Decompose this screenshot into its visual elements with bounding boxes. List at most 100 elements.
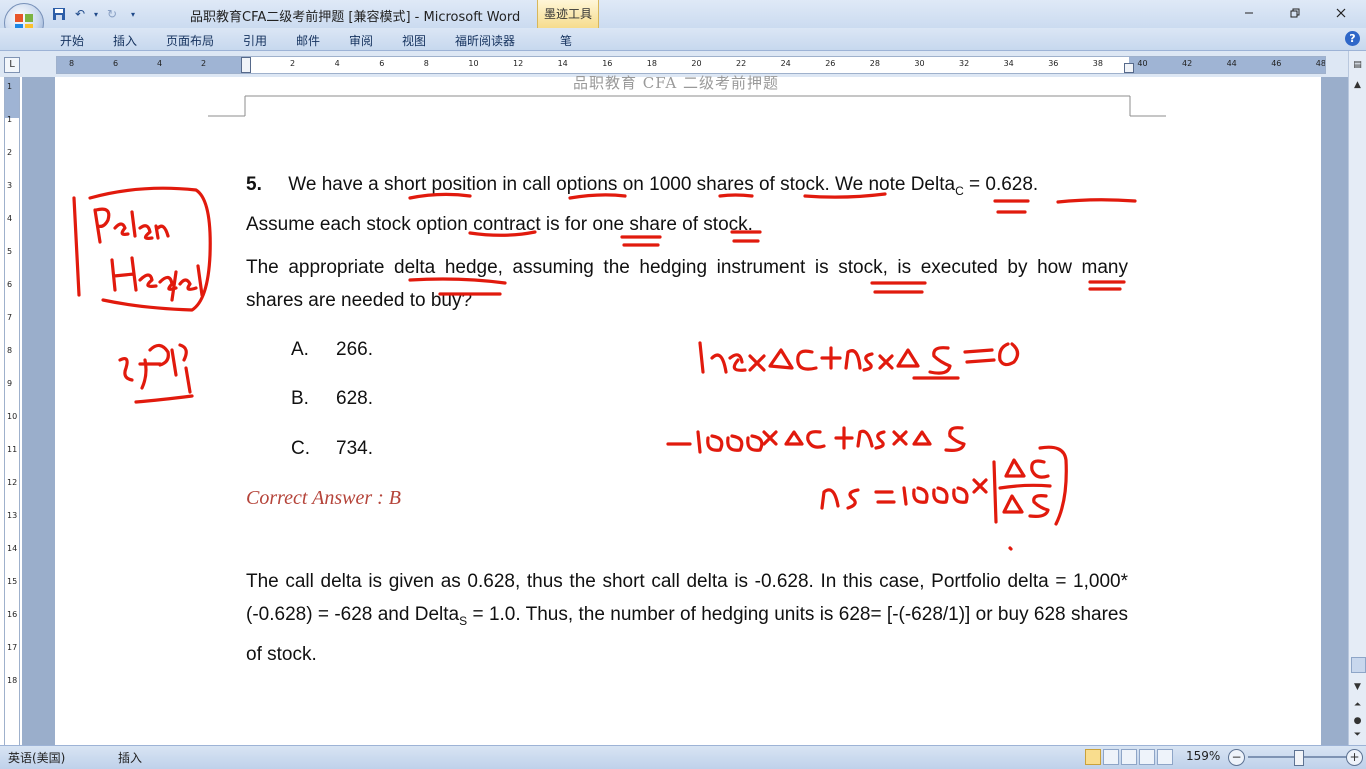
page-header-text: 品职教育 CFA 二级考前押题 <box>573 74 779 92</box>
right-indent-marker[interactable] <box>1124 63 1134 73</box>
title-bar: ↶ ▾ ↻ ▾ 品职教育CFA二级考前押题 [兼容模式] - Microsoft… <box>0 0 1366 43</box>
ruler-toggle-icon[interactable]: ▤ <box>1351 59 1364 72</box>
web-layout-icon[interactable] <box>1121 749 1137 765</box>
vertical-ruler-number: 8 <box>7 346 13 355</box>
next-page-icon[interactable]: ⏷ <box>1351 729 1364 742</box>
zoom-slider-handle[interactable] <box>1294 750 1304 766</box>
zoom-out-icon[interactable]: − <box>1228 749 1245 766</box>
correct-answer: Correct Answer : B <box>246 487 401 509</box>
tab-home[interactable]: 开始 <box>60 32 84 49</box>
vertical-ruler-number: 7 <box>7 313 13 322</box>
ruler-number: 34 <box>1003 59 1014 68</box>
undo-dropdown-icon[interactable]: ▾ <box>92 5 100 23</box>
ruler-number: 40 <box>1137 59 1148 68</box>
ruler-number: 10 <box>468 59 479 68</box>
insert-mode-status[interactable]: 插入 <box>118 749 142 766</box>
tab-mailings[interactable]: 邮件 <box>296 32 320 49</box>
vertical-ruler-number: 5 <box>7 247 13 256</box>
ruler-number: 6 <box>113 59 119 68</box>
option-b[interactable]: B. 628. <box>291 388 373 410</box>
ruler-number: 32 <box>959 59 970 68</box>
ruler-number: 24 <box>780 59 791 68</box>
quick-access-toolbar: ↶ ▾ ↻ ▾ <box>50 5 142 23</box>
ruler-number: 6 <box>379 59 385 68</box>
option-c[interactable]: C. 734. <box>291 438 373 460</box>
vertical-ruler-number: 16 <box>7 610 18 619</box>
vertical-ruler-number: 15 <box>7 577 18 586</box>
ruler-number: 30 <box>914 59 925 68</box>
vertical-ruler-number: 18 <box>7 676 18 685</box>
ruler-number: 46 <box>1271 59 1282 68</box>
vertical-ruler-number: 11 <box>7 445 18 454</box>
help-icon[interactable]: ? <box>1345 31 1360 46</box>
question-line-1: We have a short position in call options… <box>288 174 956 195</box>
explanation-paragraph: The call delta is given as 0.628, thus t… <box>246 565 1128 671</box>
ribbon-tabs: 开始 插入 页面布局 引用 邮件 审阅 视图 福昕阅读器 笔 ? <box>0 28 1366 51</box>
language-status[interactable]: 英语(美国) <box>8 749 65 766</box>
scroll-down-icon[interactable]: ▼ <box>1351 681 1364 694</box>
view-buttons <box>1085 749 1173 765</box>
zoom-level[interactable]: 159% <box>1186 749 1220 763</box>
option-a[interactable]: A. 266. <box>291 339 373 361</box>
ruler-number: 16 <box>602 59 613 68</box>
ink-tools-context: 墨迹工具 <box>537 0 599 28</box>
tab-review[interactable]: 审阅 <box>349 32 373 49</box>
ruler-number: 26 <box>825 59 836 68</box>
tab-page-layout[interactable]: 页面布局 <box>166 32 214 49</box>
customize-qat-icon[interactable]: ▾ <box>124 5 142 23</box>
previous-page-icon[interactable]: ⏶ <box>1351 699 1364 712</box>
tab-selector-icon[interactable]: L <box>4 57 20 73</box>
tab-pen[interactable]: 笔 <box>560 32 572 49</box>
question-number: 5. <box>246 174 262 195</box>
ink-tools-label: 墨迹工具 <box>544 7 593 21</box>
zoom-in-icon[interactable]: + <box>1346 749 1363 766</box>
ruler-number: 44 <box>1226 59 1237 68</box>
question-paragraph-2: The appropriate delta hedge, assuming th… <box>246 257 1128 311</box>
full-screen-reading-icon[interactable] <box>1103 749 1119 765</box>
vertical-ruler-number: 13 <box>7 511 18 520</box>
draft-view-icon[interactable] <box>1157 749 1173 765</box>
vertical-ruler-number: 4 <box>7 214 13 223</box>
ruler-number: 2 <box>290 59 296 68</box>
minimize-button[interactable] <box>1234 3 1264 23</box>
ruler-number: 48 <box>1315 59 1326 68</box>
tab-view[interactable]: 视图 <box>402 32 426 49</box>
ruler-number: 36 <box>1048 59 1059 68</box>
save-icon[interactable] <box>50 5 68 23</box>
close-button[interactable] <box>1326 3 1356 23</box>
ruler-number: 28 <box>869 59 880 68</box>
vertical-ruler-number: 12 <box>7 478 18 487</box>
scroll-up-icon[interactable]: ▲ <box>1351 79 1364 92</box>
tab-references[interactable]: 引用 <box>243 32 267 49</box>
option-b-text: 628. <box>336 388 373 409</box>
delta-s-subscript: S <box>459 613 468 628</box>
scroll-thumb[interactable] <box>1351 657 1366 673</box>
ruler-number: 4 <box>334 59 340 68</box>
vertical-ruler-number: 1 <box>7 82 13 91</box>
vertical-ruler-number: 2 <box>7 148 13 157</box>
vertical-scrollbar[interactable]: ▤ ▲ ▼ ⏶ ● ⏷ <box>1348 51 1366 745</box>
left-margin-area <box>57 57 246 73</box>
question-paragraph-1: 5. We have a short position in call opti… <box>246 168 1128 241</box>
undo-icon[interactable]: ↶ <box>71 5 89 23</box>
ruler-number: 20 <box>691 59 702 68</box>
restore-button[interactable] <box>1280 3 1310 23</box>
vertical-ruler-number: 9 <box>7 379 13 388</box>
ruler-number: 14 <box>557 59 568 68</box>
indent-marker[interactable] <box>241 57 251 73</box>
ruler-number: 42 <box>1182 59 1193 68</box>
vertical-ruler-number: 10 <box>7 412 18 421</box>
option-c-letter: C. <box>291 438 310 459</box>
ruler-number: 38 <box>1092 59 1103 68</box>
vertical-ruler-number: 6 <box>7 280 13 289</box>
ruler-number: 18 <box>646 59 657 68</box>
print-layout-view-icon[interactable] <box>1085 749 1101 765</box>
outline-view-icon[interactable] <box>1139 749 1155 765</box>
option-c-text: 734. <box>336 438 373 459</box>
vertical-ruler[interactable]: 1 1 2 3 4 5 6 7 8 9 10 11 12 13 14 15 16 17 18 <box>4 77 20 746</box>
select-browse-object-icon[interactable]: ● <box>1351 715 1364 728</box>
tab-insert[interactable]: 插入 <box>113 32 137 49</box>
option-a-letter: A. <box>291 339 309 360</box>
redo-icon[interactable]: ↻ <box>103 5 121 23</box>
tab-foxit-reader[interactable]: 福昕阅读器 <box>455 32 515 49</box>
